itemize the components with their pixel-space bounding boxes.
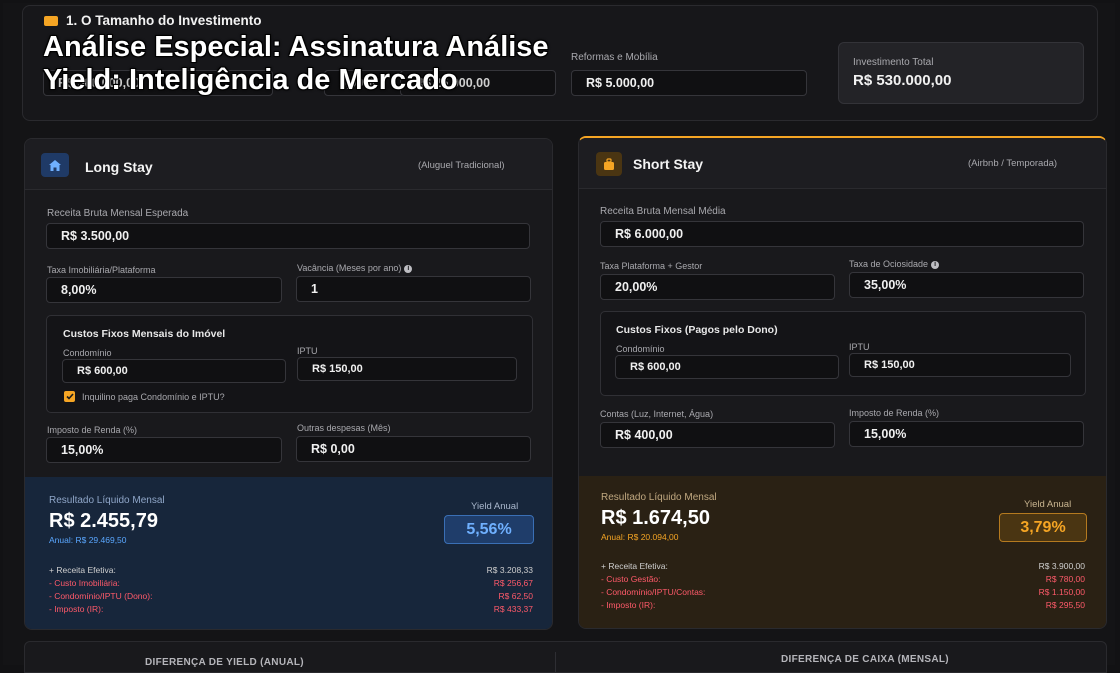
breakdown-label: + Receita Efetiva: [49, 564, 116, 575]
breakdown-value: R$ 3.208,33 [486, 564, 533, 575]
breakdown-label: - Custo Gestão: [601, 573, 661, 584]
breakdown-value: R$ 1.150,00 [1038, 586, 1085, 597]
long-vacancy-label: Vacância (Meses por ano) i [297, 263, 413, 273]
short-stay-title: Short Stay [633, 156, 704, 172]
overlay-headline: Análise Especial: Assinatura Análise Yie… [43, 31, 549, 97]
breakdown-value: R$ 780,00 [1045, 573, 1085, 584]
long-other-input[interactable]: R$ 0,00 [296, 436, 531, 462]
short-bills-input[interactable]: R$ 400,00 [600, 422, 835, 448]
short-yield-label: Yield Anual [1024, 499, 1072, 510]
short-stay-subtitle: (Airbnb / Temporada) [968, 158, 1058, 169]
short-iptu-input[interactable]: R$ 150,00 [849, 353, 1071, 377]
long-vacancy-input[interactable]: 1 [296, 276, 531, 302]
short-annual-text: Anual: R$ 20.094,00 [601, 532, 679, 542]
long-other-label: Outras despesas (Mês) [297, 423, 391, 433]
short-fee-label: Taxa Plataforma + Gestor [600, 261, 703, 271]
long-fee-input[interactable]: 8,00% [46, 277, 282, 303]
long-result-value: R$ 2.455,79 [49, 510, 158, 532]
short-stay-header: Short Stay (Airbnb / Temporada) [579, 138, 1106, 189]
long-condo-input[interactable]: R$ 600,00 [62, 359, 286, 383]
breakdown-value: R$ 433,37 [493, 603, 533, 614]
short-stay-card: Short Stay (Airbnb / Temporada) Receita … [578, 136, 1107, 629]
breakdown-label: - Imposto (IR): [49, 603, 104, 614]
short-breakdown: + Receita Efetiva: R$ 3.900,00- Custo Ges… [601, 559, 1085, 611]
total-investment-value: R$ 530.000,00 [853, 72, 952, 89]
app-frame: Análise Especial: Assinatura Análise Yie… [3, 3, 1115, 673]
long-stay-header: Long Stay (Aluguel Tradicional) [25, 139, 552, 190]
cash-difference-label: DIFERENÇA DE CAIXA (MENSAL) [781, 654, 949, 665]
long-fixed-costs-title: Custos Fixos Mensais do Imóvel [63, 328, 226, 340]
short-revenue-input[interactable]: R$ 6.000,00 [600, 221, 1084, 247]
long-breakdown: + Receita Efetiva: R$ 3.208,33- Custo Imo… [49, 563, 533, 615]
investment-heading: 1. O Tamanho do Investimento [66, 13, 262, 28]
short-idle-label: Taxa de Ociosidade i [849, 259, 940, 269]
reforms-input[interactable]: R$ 5.000,00 [571, 70, 807, 96]
breakdown-label: - Custo Imobiliária: [49, 577, 120, 588]
short-revenue-label: Receita Bruta Mensal Média [600, 206, 726, 217]
breakdown-value: R$ 62,50 [498, 590, 534, 601]
comparison-footer: DIFERENÇA DE YIELD (ANUAL) DIFERENÇA DE … [24, 641, 1107, 673]
info-icon[interactable]: i [931, 260, 940, 269]
long-revenue-input[interactable]: R$ 3.500,00 [46, 223, 530, 249]
long-result-area: Resultado Líquido Mensal R$ 2.455,79 Anu… [25, 477, 552, 629]
total-investment-label: Investimento Total [853, 57, 934, 68]
short-result-area: Resultado Líquido Mensal R$ 1.674,50 Anu… [579, 476, 1106, 628]
short-iptu-label: IPTU [849, 342, 870, 352]
breakdown-label: + Receita Efetiva: [601, 560, 668, 571]
short-idle-input[interactable]: 35,00% [849, 272, 1084, 298]
breakdown-label: - Condomínio/IPTU/Contas: [601, 586, 706, 597]
breakdown-row: + Receita Efetiva: R$ 3.900,00 [601, 559, 1085, 572]
long-fee-label: Taxa Imobiliária/Plataforma [47, 265, 156, 275]
long-condo-label: Condomínio [63, 348, 112, 358]
short-result-label: Resultado Líquido Mensal [601, 492, 717, 503]
short-idle-label-text: Taxa de Ociosidade [849, 259, 929, 269]
breakdown-label: - Condomínio/IPTU (Dono): [49, 590, 153, 601]
short-yield-badge: 3,79% [999, 513, 1087, 542]
long-tax-label: Imposto de Renda (%) [47, 425, 138, 435]
long-stay-title: Long Stay [85, 159, 153, 175]
breakdown-row: - Imposto (IR): R$ 433,37 [49, 602, 533, 615]
short-result-value: R$ 1.674,50 [601, 507, 710, 529]
short-condo-input[interactable]: R$ 600,00 [615, 355, 839, 379]
long-stay-card: Long Stay (Aluguel Tradicional) Receita … [24, 138, 553, 630]
wallet-icon [44, 16, 58, 26]
info-icon[interactable]: i [404, 264, 413, 273]
luggage-icon [596, 152, 622, 176]
long-annual-text: Anual: R$ 29.469,50 [49, 535, 127, 545]
breakdown-row: - Condomínio/IPTU/Contas: R$ 1.150,00 [601, 585, 1085, 598]
breakdown-value: R$ 256,67 [493, 577, 533, 588]
breakdown-row: - Custo Imobiliária: R$ 256,67 [49, 576, 533, 589]
short-condo-label: Condomínio [616, 344, 665, 354]
short-fixed-costs-box: Custos Fixos (Pagos pelo Dono) Condomíni… [600, 311, 1086, 396]
long-fixed-costs-box: Custos Fixos Mensais do Imóvel Condomíni… [46, 315, 533, 413]
long-yield-label: Yield Anual [471, 501, 519, 512]
long-vacancy-label-text: Vacância (Meses por ano) [297, 263, 402, 273]
breakdown-value: R$ 3.900,00 [1038, 560, 1085, 571]
long-tax-input[interactable]: 15,00% [46, 437, 282, 463]
footer-divider [555, 652, 556, 672]
long-iptu-label: IPTU [297, 346, 318, 356]
breakdown-row: - Condomínio/IPTU (Dono): R$ 62,50 [49, 589, 533, 602]
long-result-label: Resultado Líquido Mensal [49, 495, 165, 506]
short-tax-label: Imposto de Renda (%) [849, 408, 940, 418]
total-investment-card: Investimento Total R$ 530.000,00 [838, 42, 1084, 104]
long-revenue-label: Receita Bruta Mensal Esperada [47, 208, 189, 219]
tenant-pays-checkbox[interactable] [64, 391, 75, 402]
breakdown-value: R$ 295,50 [1045, 599, 1085, 610]
home-icon [41, 153, 69, 177]
breakdown-row: + Receita Efetiva: R$ 3.208,33 [49, 563, 533, 576]
breakdown-row: - Imposto (IR): R$ 295,50 [601, 598, 1085, 611]
long-stay-subtitle: (Aluguel Tradicional) [418, 160, 505, 171]
short-fixed-costs-title: Custos Fixos (Pagos pelo Dono) [616, 324, 778, 336]
breakdown-label: - Imposto (IR): [601, 599, 656, 610]
yield-difference-label: DIFERENÇA DE YIELD (ANUAL) [145, 657, 304, 668]
long-iptu-input[interactable]: R$ 150,00 [297, 357, 517, 381]
short-tax-input[interactable]: 15,00% [849, 421, 1084, 447]
long-yield-badge: 5,56% [444, 515, 534, 544]
tenant-pays-label: Inquilino paga Condomínio e IPTU? [82, 392, 225, 402]
breakdown-row: - Custo Gestão: R$ 780,00 [601, 572, 1085, 585]
short-bills-label: Contas (Luz, Internet, Água) [600, 409, 714, 419]
short-fee-input[interactable]: 20,00% [600, 274, 835, 300]
